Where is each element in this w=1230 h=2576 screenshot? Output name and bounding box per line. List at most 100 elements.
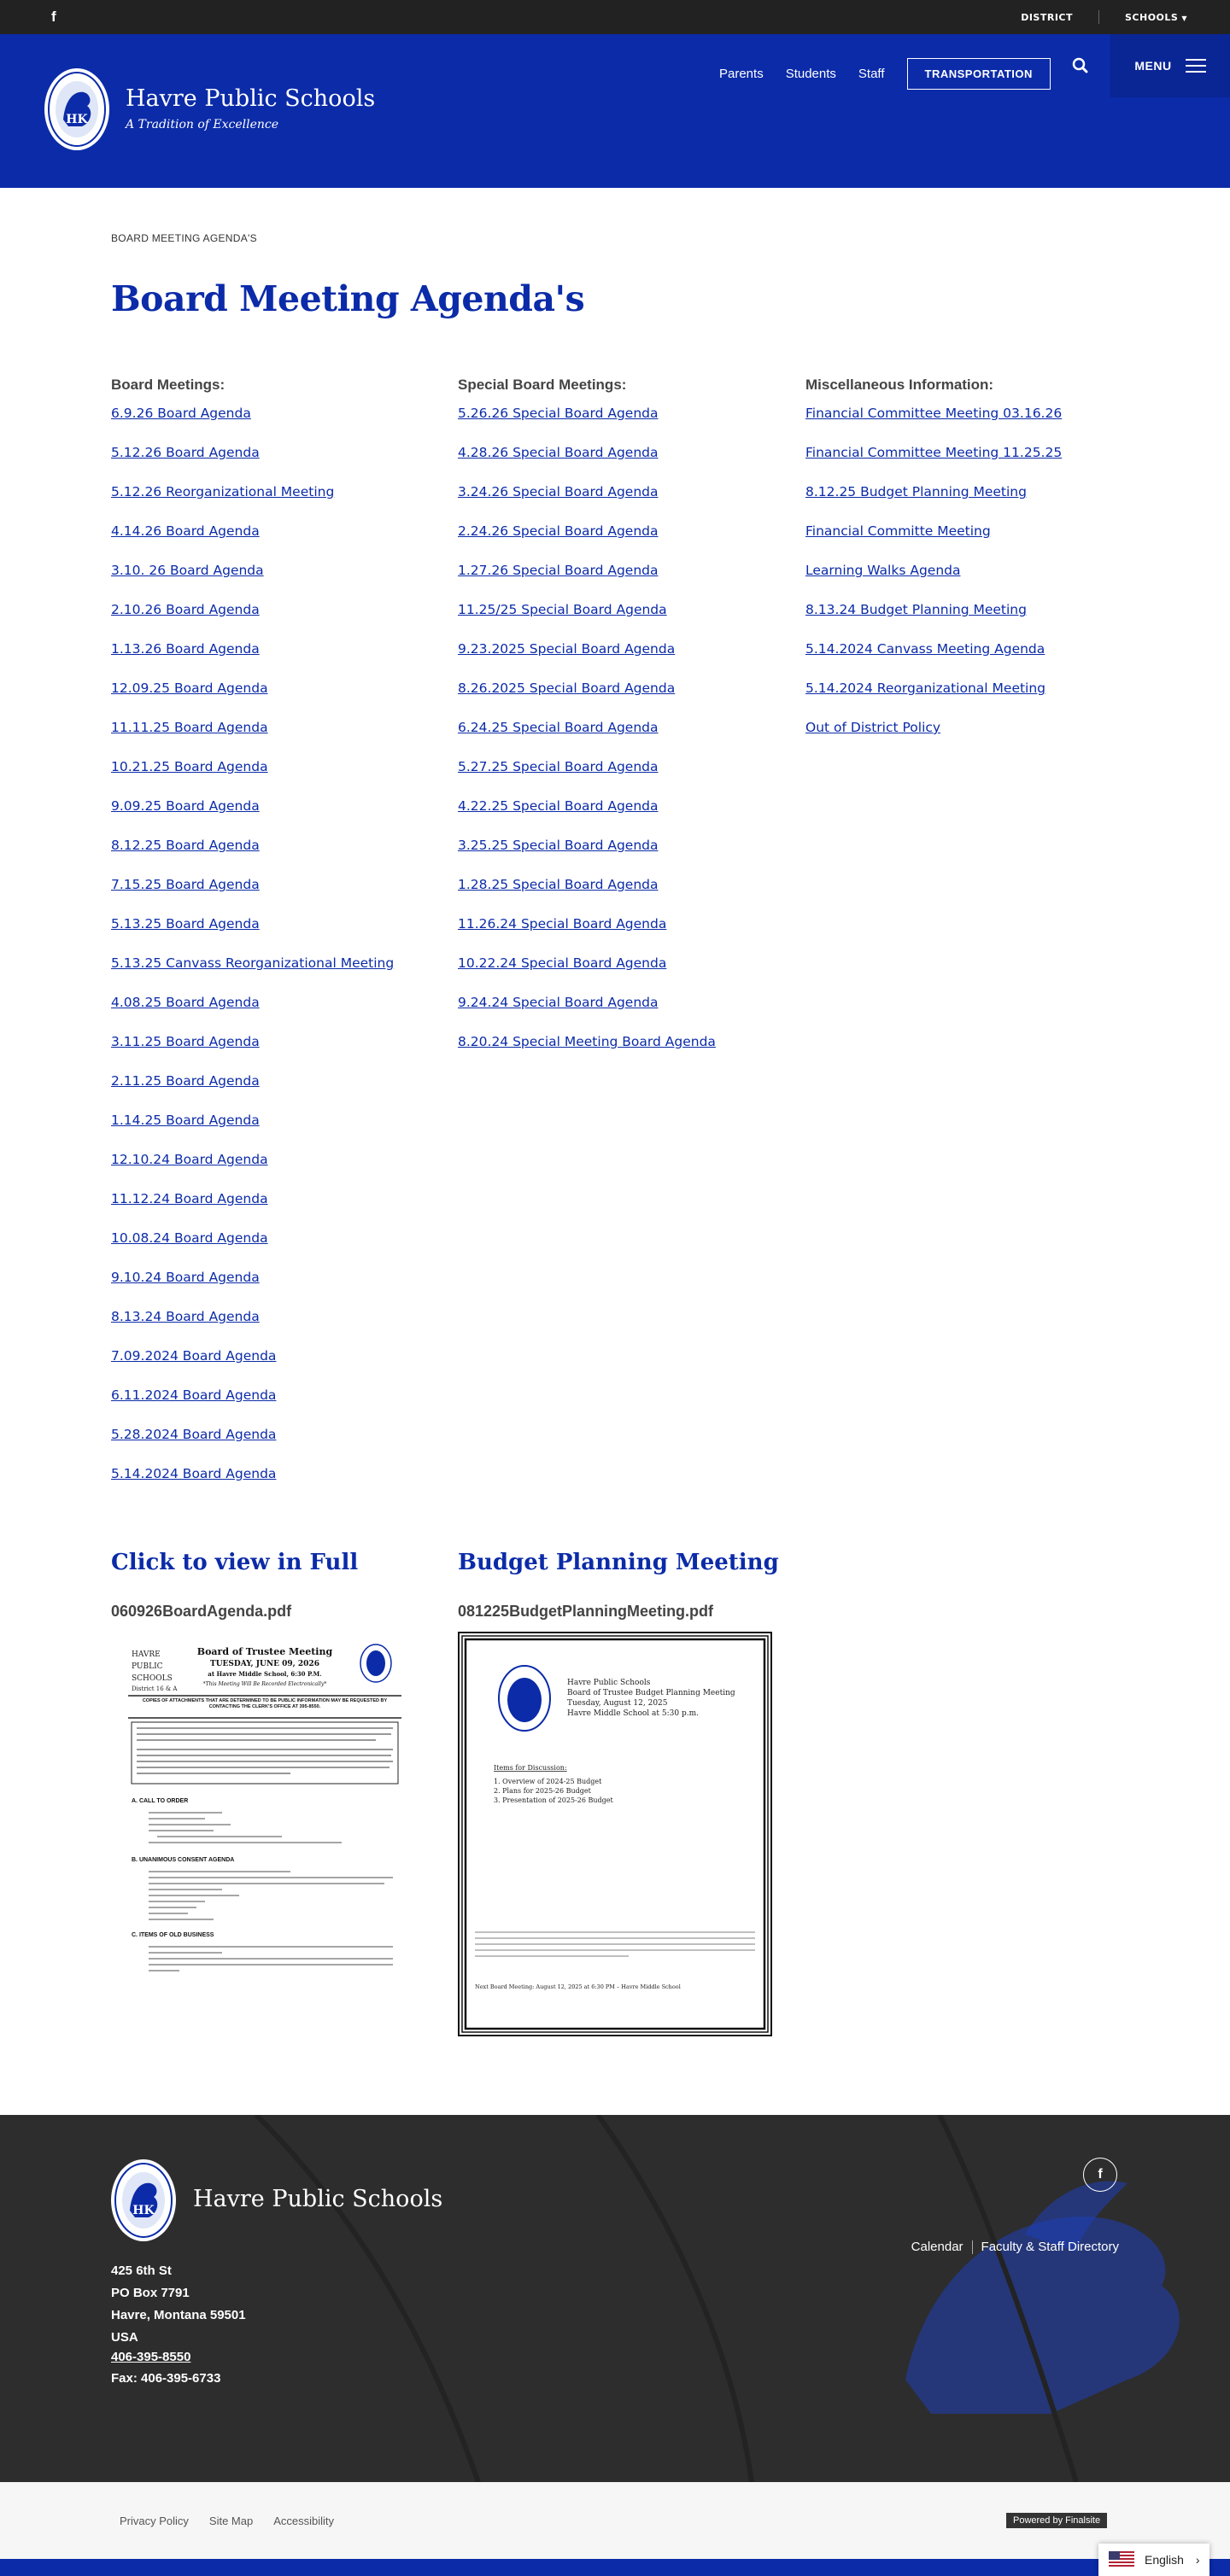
footer-logo[interactable]: HK — [109, 2158, 178, 2243]
facebook-icon[interactable]: f — [51, 9, 56, 26]
agenda-link[interactable]: 5.27.25 Special Board Agenda — [458, 759, 658, 774]
agenda-link[interactable]: 9.24.24 Special Board Agenda — [458, 995, 658, 1010]
footer-calendar-link[interactable]: Calendar — [911, 2240, 964, 2254]
agenda-link[interactable]: 3.11.25 Board Agenda — [111, 1034, 260, 1049]
agenda-link[interactable]: 5.13.25 Board Agenda — [111, 916, 260, 932]
list-item: 8.13.24 Board Agenda — [111, 1309, 394, 1348]
list-item: 8.12.25 Board Agenda — [111, 838, 394, 877]
site-name[interactable]: Havre Public Schools — [126, 85, 375, 112]
agenda-link[interactable]: 8.20.24 Special Meeting Board Agenda — [458, 1034, 716, 1049]
nav-students[interactable]: Students — [786, 67, 836, 81]
agenda-link[interactable]: 5.28.2024 Board Agenda — [111, 1427, 276, 1442]
misc-link[interactable]: Financial Committe Meeting — [805, 523, 991, 539]
agenda-link[interactable]: 5.12.26 Board Agenda — [111, 445, 260, 460]
agenda-link[interactable]: 5.14.2024 Board Agenda — [111, 1466, 276, 1481]
list-item: 9.10.24 Board Agenda — [111, 1270, 394, 1309]
agenda-link[interactable]: 11.12.24 Board Agenda — [111, 1191, 268, 1206]
agenda-link[interactable]: 1.27.26 Special Board Agenda — [458, 563, 658, 578]
misc-link[interactable]: Out of District Policy — [805, 720, 940, 735]
agenda-link[interactable]: 1.14.25 Board Agenda — [111, 1113, 260, 1128]
agenda-link[interactable]: 1.13.26 Board Agenda — [111, 641, 260, 657]
menu-button[interactable]: MENU — [1110, 34, 1230, 97]
list-item: 3.24.26 Special Board Agenda — [458, 484, 716, 523]
agenda-link[interactable]: 2.10.26 Board Agenda — [111, 602, 260, 617]
privacy-policy-link[interactable]: Privacy Policy — [120, 2515, 189, 2527]
list-item: Financial Committe Meeting — [805, 523, 1062, 563]
accessibility-link[interactable]: Accessibility — [273, 2515, 334, 2527]
agenda-link[interactable]: 4.22.25 Special Board Agenda — [458, 798, 658, 814]
agenda-link[interactable]: 3.25.25 Special Board Agenda — [458, 838, 658, 853]
agenda-link[interactable]: 3.10. 26 Board Agenda — [111, 563, 264, 578]
list-item: Out of District Policy — [805, 720, 1062, 759]
agenda-link[interactable]: 11.25/25 Special Board Agenda — [458, 602, 667, 617]
district-logo[interactable]: HK — [43, 67, 111, 152]
nav-parents[interactable]: Parents — [719, 67, 764, 81]
footer-directory-link[interactable]: Faculty & Staff Directory — [981, 2240, 1119, 2254]
nav-staff[interactable]: Staff — [858, 67, 885, 81]
breadcrumb: BOARD MEETING AGENDA'S — [111, 232, 257, 244]
agenda-link[interactable]: 8.13.24 Board Agenda — [111, 1309, 260, 1324]
budget-pdf-thumbnail[interactable]: Havre Public Schools Board of Trustee Bu… — [458, 1632, 772, 2036]
agenda-link[interactable]: 5.26.26 Special Board Agenda — [458, 406, 658, 421]
agenda-link[interactable]: 7.09.2024 Board Agenda — [111, 1348, 276, 1364]
agenda-link[interactable]: 3.24.26 Special Board Agenda — [458, 484, 658, 499]
list-item: 5.26.26 Special Board Agenda — [458, 406, 716, 445]
agenda-link[interactable]: 4.08.25 Board Agenda — [111, 995, 260, 1010]
misc-link[interactable]: Learning Walks Agenda — [805, 563, 960, 578]
agenda-link[interactable]: 5.13.25 Canvass Reorganizational Meeting — [111, 955, 394, 971]
agenda-link[interactable]: 10.08.24 Board Agenda — [111, 1230, 268, 1246]
misc-link[interactable]: 5.14.2024 Canvass Meeting Agenda — [805, 641, 1045, 657]
search-icon[interactable] — [1068, 53, 1093, 79]
agenda-link[interactable]: 2.11.25 Board Agenda — [111, 1073, 260, 1089]
agenda-link[interactable]: 10.22.24 Special Board Agenda — [458, 955, 666, 971]
agenda-link[interactable]: 10.21.25 Board Agenda — [111, 759, 268, 774]
agenda-link[interactable]: 9.23.2025 Special Board Agenda — [458, 641, 675, 657]
address-line: Havre, Montana 59501 — [111, 2308, 246, 2322]
misc-link[interactable]: Financial Committee Meeting 03.16.26 — [805, 406, 1062, 421]
us-flag-icon — [1109, 2551, 1134, 2568]
agenda-link[interactable]: 4.14.26 Board Agenda — [111, 523, 260, 539]
agenda-link[interactable]: 7.15.25 Board Agenda — [111, 877, 260, 892]
agenda-pdf-thumbnail[interactable]: HAVRE PUBLIC SCHOOLS District 16 & A Boa… — [120, 1638, 410, 1988]
misc-link[interactable]: Financial Committee Meeting 11.25.25 — [805, 445, 1062, 460]
agenda-link[interactable]: 11.11.25 Board Agenda — [111, 720, 268, 735]
agenda-link[interactable]: 6.9.26 Board Agenda — [111, 406, 251, 421]
misc-link[interactable]: 5.14.2024 Reorganizational Meeting — [805, 681, 1046, 696]
misc-link[interactable]: 8.12.25 Budget Planning Meeting — [805, 484, 1027, 499]
misc-link[interactable]: 8.13.24 Budget Planning Meeting — [805, 602, 1027, 617]
transportation-button[interactable]: TRANSPORTATION — [906, 58, 1051, 90]
agenda-link[interactable]: 1.28.25 Special Board Agenda — [458, 877, 658, 892]
agenda-link[interactable]: 5.12.26 Reorganizational Meeting — [111, 484, 334, 499]
agenda-link[interactable]: 4.28.26 Special Board Agenda — [458, 445, 658, 460]
legal-links: Privacy Policy Site Map Accessibility — [120, 2515, 354, 2527]
phone-link[interactable]: 406-395-8550 — [111, 2349, 246, 2366]
district-link[interactable]: DISTRICT — [1021, 12, 1073, 23]
thumb-item: 2. Plans for 2025-26 Budget — [494, 1787, 592, 1795]
list-item: 5.13.25 Board Agenda — [111, 916, 394, 955]
agenda-link[interactable]: 6.24.25 Special Board Agenda — [458, 720, 658, 735]
agenda-link[interactable]: 11.26.24 Special Board Agenda — [458, 916, 666, 932]
list-item: 5.28.2024 Board Agenda — [111, 1427, 394, 1466]
agenda-link[interactable]: 9.10.24 Board Agenda — [111, 1270, 260, 1285]
list-item: 5.27.25 Special Board Agenda — [458, 759, 716, 798]
agenda-link[interactable]: 8.26.2025 Special Board Agenda — [458, 681, 675, 696]
agenda-link[interactable]: 12.09.25 Board Agenda — [111, 681, 268, 696]
powered-by-badge[interactable]: Powered by Finalsite — [1006, 2513, 1108, 2528]
agenda-link[interactable]: 6.11.2024 Board Agenda — [111, 1387, 276, 1403]
list-item: Financial Committee Meeting 03.16.26 — [805, 406, 1062, 445]
agenda-link[interactable]: 9.09.25 Board Agenda — [111, 798, 260, 814]
agenda-link[interactable]: 8.12.25 Board Agenda — [111, 838, 260, 853]
hamburger-icon — [1185, 55, 1206, 77]
column-heading: Miscellaneous Information: — [805, 377, 994, 393]
agenda-link[interactable]: 12.10.24 Board Agenda — [111, 1152, 268, 1167]
site-map-link[interactable]: Site Map — [209, 2515, 253, 2527]
schools-dropdown[interactable]: SCHOOLS ▼ — [1125, 12, 1187, 23]
thumb-section: A. CALL TO ORDER — [132, 1798, 188, 1804]
list-item: 2.11.25 Board Agenda — [111, 1073, 394, 1113]
language-selector[interactable]: English › — [1098, 2544, 1210, 2576]
thumb-org-line: SCHOOLS — [132, 1674, 173, 1683]
agenda-link[interactable]: 2.24.26 Special Board Agenda — [458, 523, 658, 539]
thumb-title: Board of Trustee Meeting — [197, 1646, 333, 1657]
footer-facebook-icon[interactable]: f — [1083, 2158, 1117, 2192]
thumb-section: C. ITEMS OF OLD BUSINESS — [132, 1932, 214, 1938]
